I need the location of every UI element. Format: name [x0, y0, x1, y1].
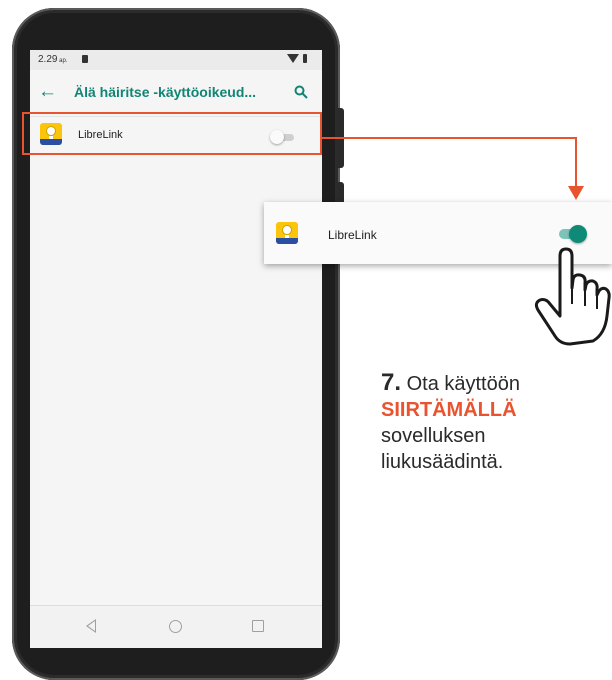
zoom-item-label: LibreLink	[328, 228, 377, 242]
instruction-line-3: sovelluksen	[381, 425, 486, 447]
page-title: Älä häiritse -käyttöoikeud...	[74, 84, 257, 100]
battery-icon	[303, 54, 307, 63]
instruction-line-1: Ota käyttöön	[406, 373, 520, 395]
highlight-box	[22, 112, 322, 155]
connector-arrow	[320, 137, 584, 200]
nav-home-icon[interactable]	[169, 620, 182, 633]
instruction-emphasis: SIIRTÄMÄLLÄ	[381, 399, 517, 421]
status-bar: 2.29 ap.	[30, 50, 322, 70]
librelink-app-icon	[276, 222, 298, 244]
sim-card-icon	[82, 55, 88, 63]
navigation-bar	[30, 605, 322, 648]
arrow-back-icon[interactable]: ←	[38, 80, 57, 104]
nav-back-icon[interactable]	[86, 619, 96, 633]
search-icon[interactable]	[294, 85, 308, 99]
wifi-icon	[287, 54, 299, 63]
status-time: 2.29 ap.	[38, 54, 68, 65]
instruction-text: 7. Ota käyttöön SIIRTÄMÄLLÄ sovelluksen …	[381, 370, 520, 475]
nav-recents-icon[interactable]	[252, 620, 264, 632]
librelink-toggle-switch-on[interactable]	[557, 225, 587, 243]
step-number: 7.	[381, 369, 402, 396]
instruction-line-4: liukusäädintä.	[381, 451, 504, 473]
hand-pointer-icon	[534, 247, 611, 346]
app-bar: ← Älä häiritse -käyttöoikeud...	[30, 70, 322, 117]
